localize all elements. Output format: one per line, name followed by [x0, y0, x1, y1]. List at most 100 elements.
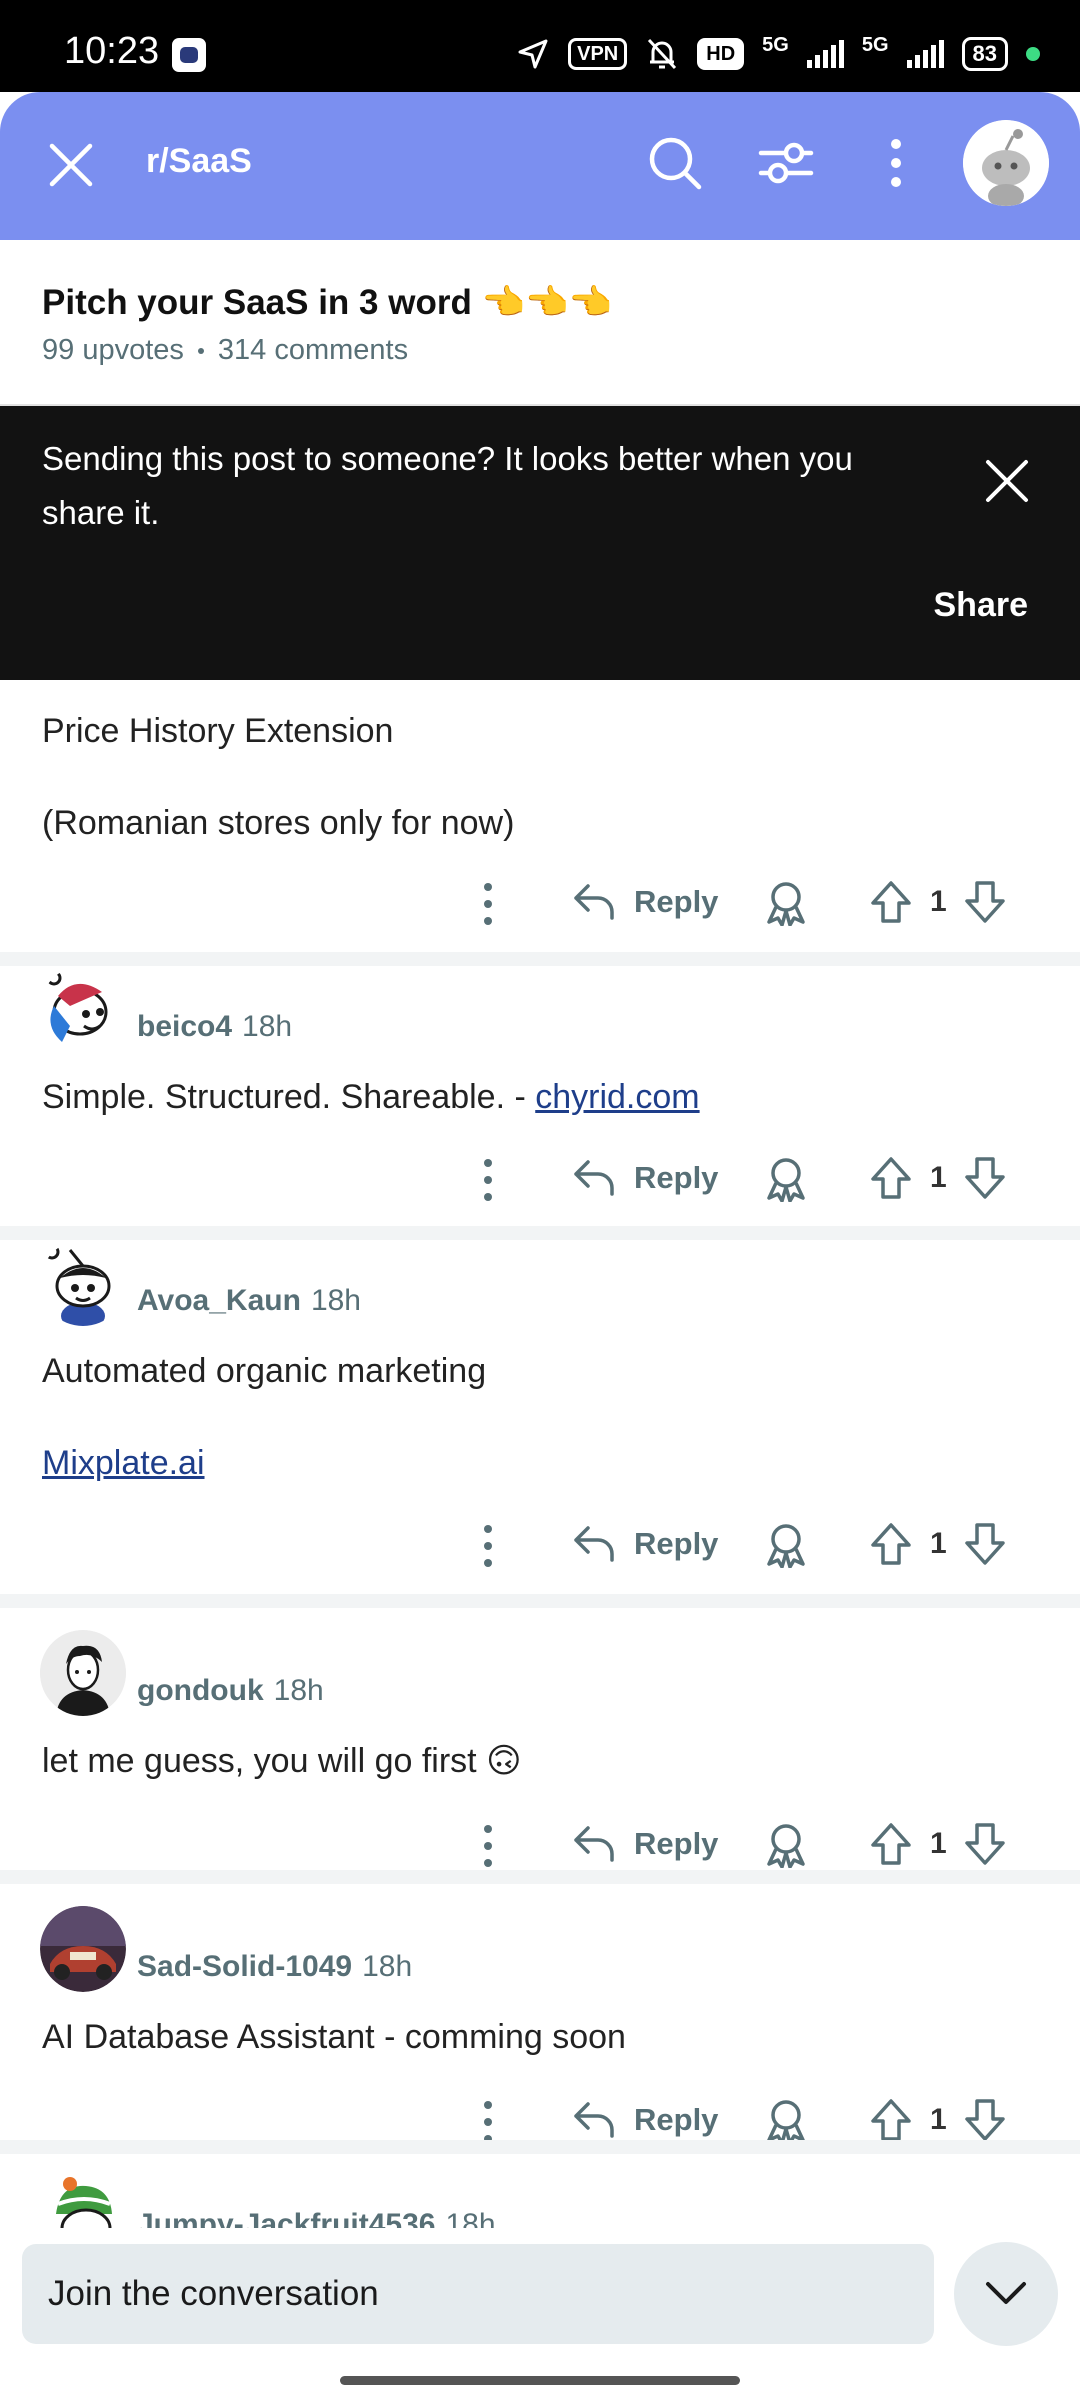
comment-divider — [0, 1226, 1080, 1240]
signal-icon — [806, 40, 844, 68]
comment-author[interactable]: Jumpy-Jackfruit4536 18h — [137, 2208, 496, 2228]
comment-author[interactable]: gondouk 18h — [137, 1674, 324, 1708]
reply-icon[interactable] — [572, 1822, 616, 1864]
upvote-icon[interactable] — [870, 1156, 912, 1200]
comment-link[interactable]: chyrid.com — [535, 1078, 699, 1116]
award-icon[interactable] — [764, 2098, 808, 2144]
comment-time: 18h — [273, 1674, 324, 1707]
status-time: 10:23 — [64, 30, 160, 72]
comment-body: AI Database Assistant - comming soon — [42, 2018, 626, 2056]
comment-item: Price History Extension (Romanian stores… — [0, 680, 1080, 940]
search-icon[interactable] — [648, 136, 702, 190]
comment-divider — [0, 1870, 1080, 1884]
downvote-icon[interactable] — [964, 880, 1006, 924]
more-options-icon[interactable] — [876, 138, 916, 188]
comment-author[interactable]: Sad-Solid-1049 18h — [137, 1950, 412, 1984]
sort-filter-icon[interactable] — [758, 138, 814, 188]
comment-time: 18h — [242, 1010, 293, 1043]
downvote-icon[interactable] — [964, 2098, 1006, 2142]
award-icon[interactable] — [764, 880, 808, 926]
mute-bell-icon — [648, 38, 677, 70]
downvote-icon[interactable] — [964, 1522, 1006, 1566]
comment-body: let me guess, you will go first 🙃 — [42, 1742, 522, 1780]
snoo-avatar-icon — [963, 120, 1049, 206]
more-icon[interactable] — [473, 1822, 503, 1870]
toast-message: Sending this post to someone? It looks b… — [42, 440, 853, 531]
more-icon[interactable] — [473, 2098, 503, 2146]
avatar[interactable] — [40, 1240, 126, 1326]
reply-button[interactable]: Reply — [634, 1826, 718, 1862]
status-bar: 10:23 VPN HD 5G 5G 83 — [0, 0, 1080, 92]
upvote-icon[interactable] — [870, 1522, 912, 1566]
reply-icon[interactable] — [572, 880, 616, 922]
snoo-avatar-icon — [40, 1240, 126, 1326]
more-icon[interactable] — [473, 1156, 503, 1204]
bottom-bar: Join the conversation — [0, 2228, 1080, 2400]
battery-icon: 83 — [961, 37, 1008, 71]
comment-count: 314 comments — [217, 334, 409, 366]
upvote-icon[interactable] — [870, 2098, 912, 2142]
subreddit-title[interactable]: r/SaaS — [146, 142, 252, 181]
award-icon[interactable] — [764, 1156, 808, 1202]
comment-body: Simple. Structured. Shareable. - chyrid.… — [42, 1078, 700, 1116]
comment-divider — [0, 2140, 1080, 2154]
more-icon[interactable] — [473, 880, 503, 928]
award-icon[interactable] — [764, 1522, 808, 1568]
reply-icon[interactable] — [572, 1156, 616, 1198]
meta-separator — [197, 347, 204, 354]
reply-icon[interactable] — [572, 1522, 616, 1564]
vote-count: 1 — [930, 1527, 947, 1560]
comment-time: 18h — [445, 2208, 496, 2228]
more-icon[interactable] — [473, 1522, 503, 1570]
upvote-icon[interactable] — [870, 880, 912, 924]
downvote-icon[interactable] — [964, 1822, 1006, 1866]
collapse-button[interactable] — [954, 2242, 1058, 2346]
comment-actions: Reply 1 — [0, 1822, 1080, 1872]
award-icon[interactable] — [764, 1822, 808, 1868]
share-button[interactable]: Share — [934, 586, 1029, 625]
user-avatar-icon — [40, 1630, 126, 1716]
home-indicator[interactable] — [340, 2376, 740, 2385]
hd-icon: HD — [697, 38, 745, 70]
comment-item: Avoa_Kaun 18h Automated organic marketing… — [0, 1240, 1080, 1604]
comment-time: 18h — [310, 1284, 361, 1317]
comment-actions: Reply 1 — [0, 880, 1080, 930]
upvote-icon[interactable] — [870, 1822, 912, 1866]
vote-count: 1 — [930, 2103, 947, 2136]
close-icon[interactable] — [48, 142, 94, 188]
comment-author[interactable]: beico4 18h — [137, 1010, 292, 1044]
comment-item: Sad-Solid-1049 18h AI Database Assistant … — [0, 1884, 1080, 2144]
comment-actions: Reply 1 — [0, 1156, 1080, 1206]
comment-item: gondouk 18h let me guess, you will go fir… — [0, 1608, 1080, 1870]
comment-time: 18h — [362, 1950, 413, 1983]
snoo-avatar-icon — [40, 2174, 126, 2228]
reply-button[interactable]: Reply — [634, 1526, 718, 1562]
comment-link[interactable]: Mixplate.ai — [42, 1444, 205, 1482]
reply-button[interactable]: Reply — [634, 1160, 718, 1196]
chevron-down-icon — [986, 2282, 1026, 2304]
downvote-icon[interactable] — [964, 1156, 1006, 1200]
comment-body: Automated organic marketing Mixplate.ai — [42, 1352, 487, 1482]
reply-button[interactable]: Reply — [634, 884, 718, 920]
comment-divider — [0, 1594, 1080, 1608]
join-conversation-input[interactable]: Join the conversation — [22, 2244, 934, 2344]
post-meta: 99 upvotes 314 comments — [42, 334, 408, 367]
status-indicators: VPN HD 5G 5G 83 — [516, 34, 1040, 74]
share-toast: Sending this post to someone? It looks b… — [0, 406, 1080, 680]
avatar[interactable] — [40, 1630, 126, 1716]
user-avatar[interactable] — [963, 120, 1049, 206]
avatar[interactable] — [40, 2174, 126, 2228]
avatar[interactable] — [40, 1906, 126, 1992]
close-icon[interactable] — [984, 458, 1030, 504]
post-summary[interactable]: Pitch your SaaS in 3 word 👈👈👈 99 upvotes… — [0, 240, 1080, 406]
reply-button[interactable]: Reply — [634, 2102, 718, 2138]
avatar[interactable] — [40, 966, 126, 1052]
network-5g-label: 5G — [762, 34, 789, 56]
vpn-icon: VPN — [568, 38, 628, 70]
signal-icon-2 — [906, 40, 944, 68]
comment-body: Price History Extension (Romanian stores… — [42, 712, 515, 842]
privacy-dot-icon — [1026, 47, 1040, 61]
post-title: Pitch your SaaS in 3 word 👈👈👈 — [42, 282, 612, 323]
comment-author[interactable]: Avoa_Kaun 18h — [137, 1284, 361, 1318]
reply-icon[interactable] — [572, 2098, 616, 2140]
